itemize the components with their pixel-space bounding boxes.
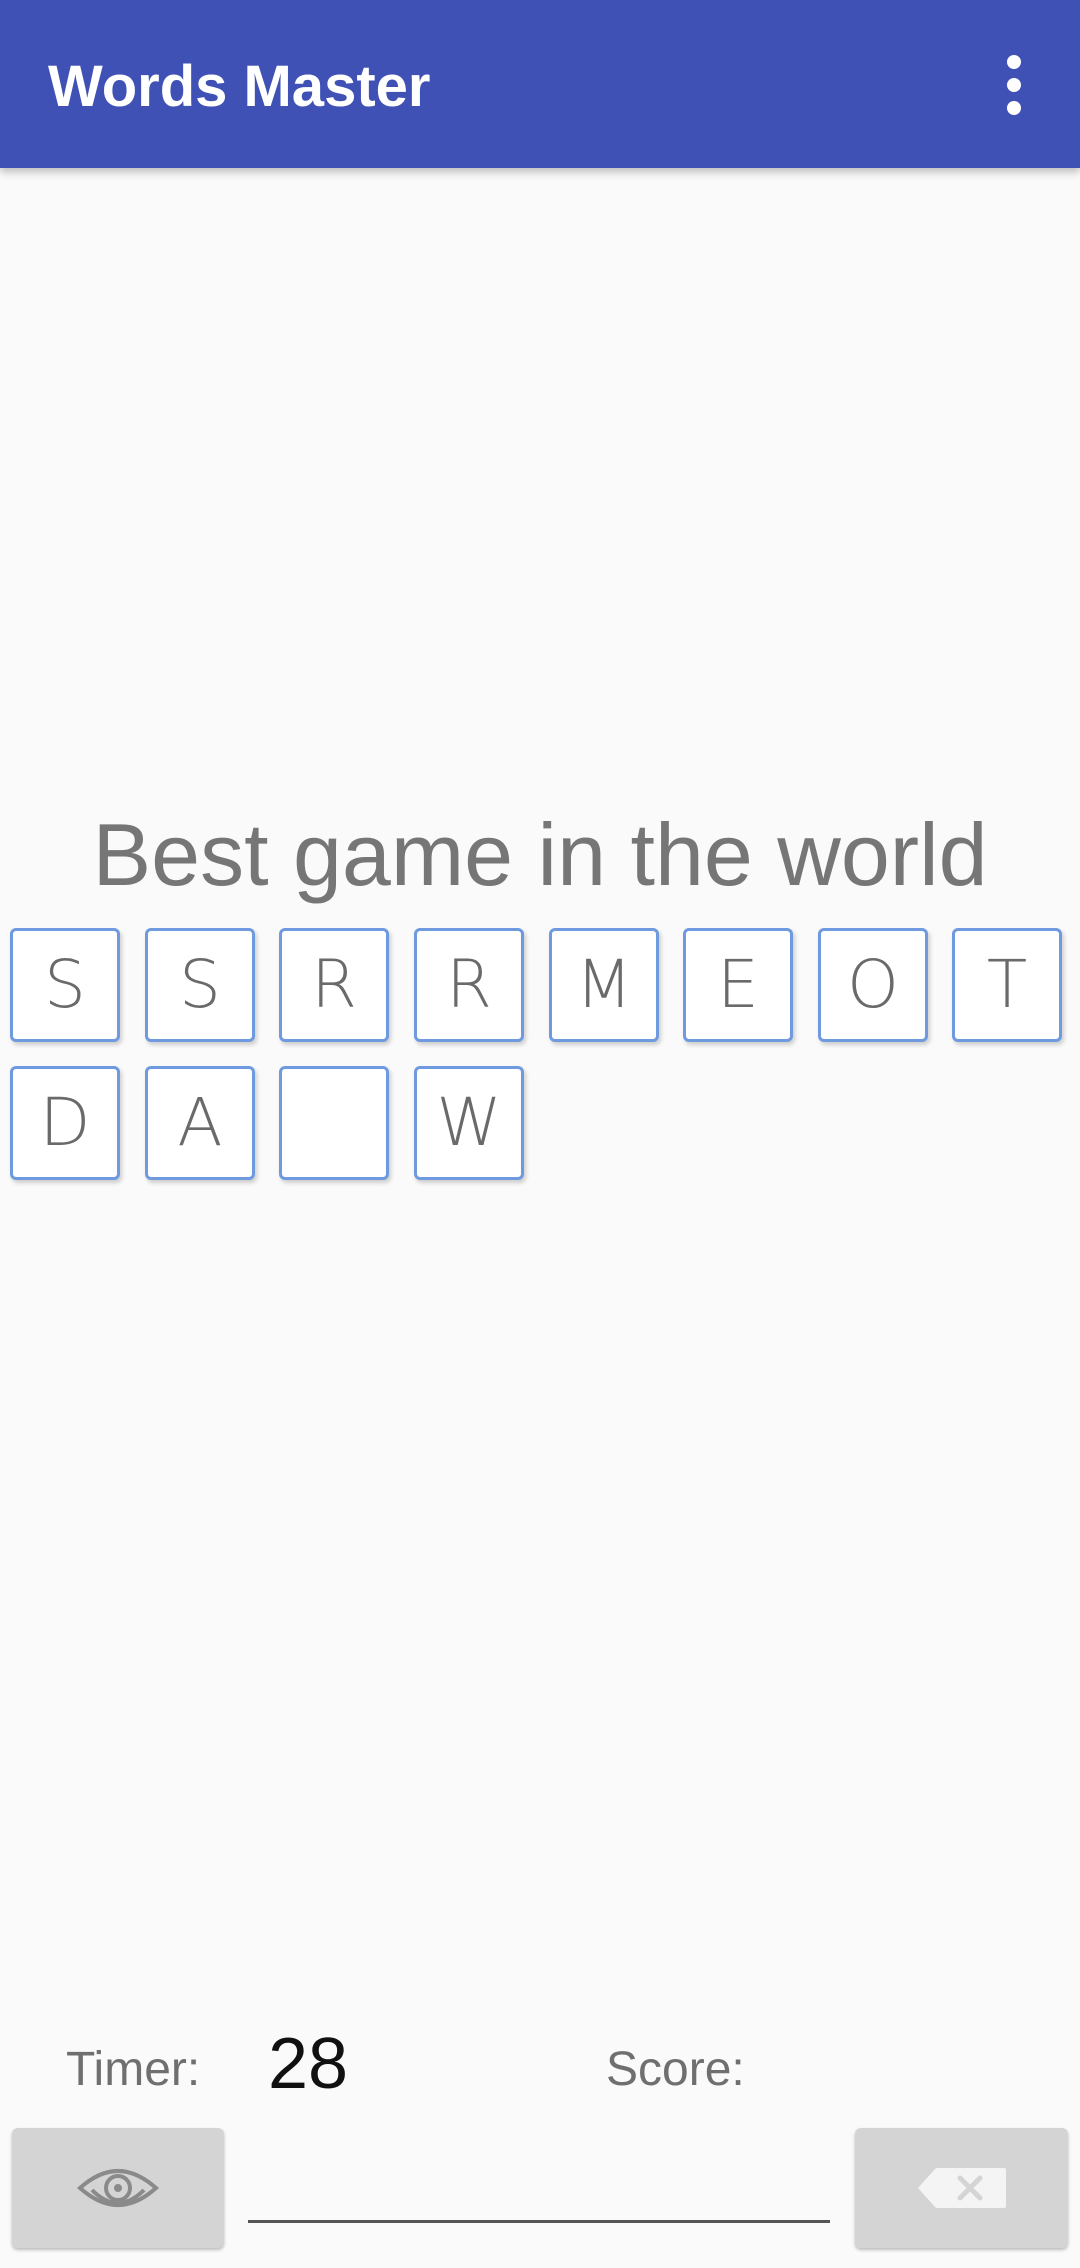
tile-letter: R	[311, 946, 357, 1023]
tile-letter: W	[436, 1084, 502, 1161]
letter-tile[interactable]: S	[10, 928, 120, 1042]
timer-label: Timer:	[66, 2043, 201, 2096]
more-vert-icon	[1007, 55, 1021, 115]
letter-tile[interactable]: A	[145, 1066, 255, 1180]
letter-tile[interactable]: M	[549, 928, 659, 1042]
tile-letter: T	[986, 946, 1028, 1023]
answer-input[interactable]	[248, 2160, 830, 2223]
tile-letter: S	[44, 946, 86, 1023]
letter-tile[interactable]: E	[683, 928, 793, 1042]
tile-letter: E	[717, 946, 759, 1023]
letter-tile[interactable]: S	[145, 928, 255, 1042]
letter-tile[interactable]: W	[414, 1066, 524, 1180]
tile-letter: S	[179, 946, 221, 1023]
reveal-button[interactable]	[12, 2128, 224, 2248]
tile-letter: D	[39, 1084, 91, 1161]
app-title: Words Master	[48, 54, 431, 119]
tile-letter: O	[847, 946, 899, 1023]
tile-letter: R	[446, 946, 492, 1023]
backspace-button[interactable]	[855, 2128, 1068, 2248]
letter-tile[interactable]: R	[414, 928, 524, 1042]
eye-icon	[76, 2169, 160, 2207]
letter-tile-empty[interactable]	[279, 1066, 389, 1180]
letter-tile[interactable]: R	[279, 928, 389, 1042]
timer-value: 28	[268, 2024, 349, 2104]
overflow-menu-button[interactable]	[990, 50, 1038, 120]
tile-letter: M	[575, 946, 633, 1023]
app-bar: Words Master	[0, 0, 1080, 168]
tile-letter	[282, 1069, 386, 1177]
slogan-text: Best game in the world	[92, 805, 988, 904]
letter-tile[interactable]: T	[952, 928, 1062, 1042]
backspace-icon	[917, 2168, 1006, 2208]
letter-tile[interactable]: O	[818, 928, 928, 1042]
score-label: Score:	[606, 2043, 745, 2096]
tile-letter: A	[177, 1084, 223, 1161]
letter-tile[interactable]: D	[10, 1066, 120, 1180]
